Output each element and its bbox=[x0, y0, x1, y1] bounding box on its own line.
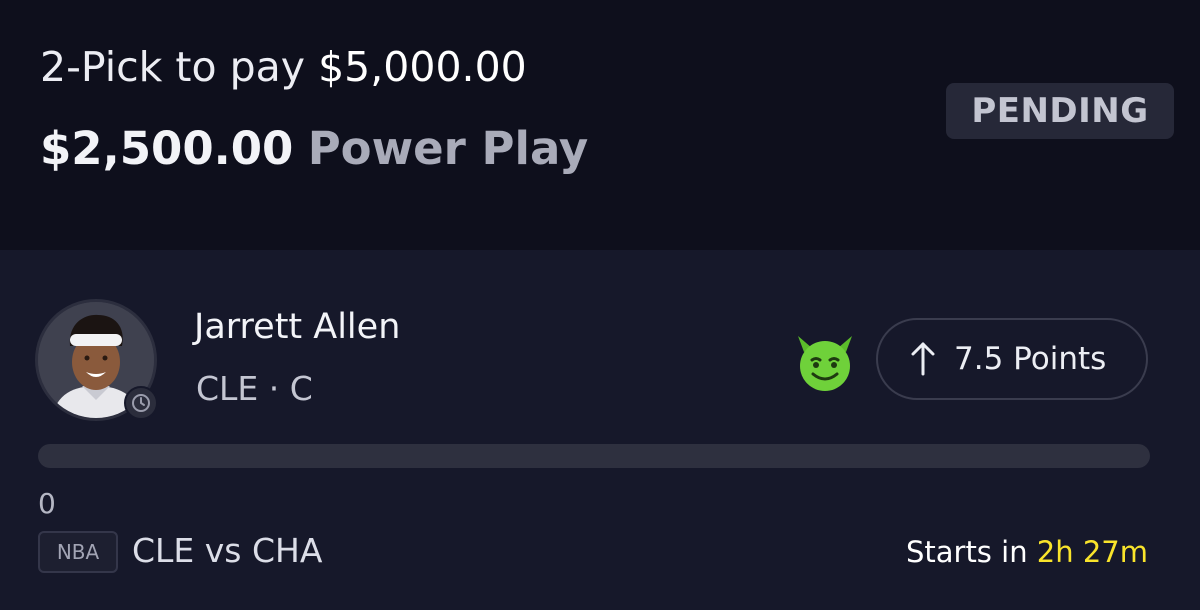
starts-in-label: Starts in bbox=[905, 535, 1028, 569]
devil-emoji-icon bbox=[792, 328, 858, 394]
pick-line-button[interactable]: 7.5 Points bbox=[876, 318, 1148, 400]
countdown-value: 2h 27m bbox=[1036, 535, 1148, 569]
play-type: Power Play bbox=[307, 122, 589, 175]
clock-icon bbox=[124, 386, 158, 420]
stat-current-value: 0 bbox=[38, 487, 56, 520]
game-start-time: Starts in 2h 27m bbox=[906, 530, 1148, 574]
status-badge: PENDING bbox=[946, 83, 1174, 139]
player-name[interactable]: Jarrett Allen bbox=[194, 302, 400, 352]
stat-progress-bar bbox=[38, 444, 1150, 468]
arrow-up-icon bbox=[911, 342, 935, 376]
pick-count-label: 2-Pick to pay bbox=[40, 43, 306, 91]
player-team-position: CLE · C bbox=[196, 369, 313, 408]
payout-amount: $5,000.00 bbox=[318, 43, 527, 91]
pick-line-value: 7.5 Points bbox=[954, 341, 1107, 377]
entry-title: 2-Pick to pay $5,000.00 bbox=[40, 38, 527, 96]
stake-amount: $2,500.00 bbox=[40, 122, 294, 175]
game-matchup: CLE vs CHA bbox=[132, 531, 323, 570]
entry-header: 2-Pick to pay $5,000.00 $2,500.00 Power … bbox=[0, 0, 1200, 250]
entry-stake-line: $2,500.00 Power Play bbox=[40, 118, 588, 180]
league-badge: NBA bbox=[38, 531, 118, 573]
